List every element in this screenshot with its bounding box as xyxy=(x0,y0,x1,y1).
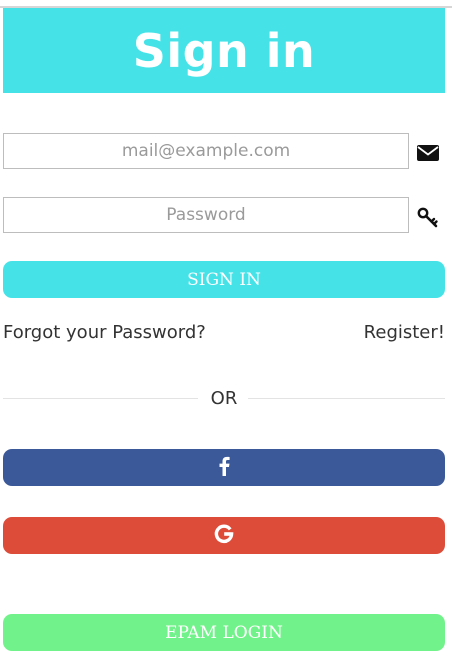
forgot-password-link[interactable]: Forgot your Password? xyxy=(3,322,206,343)
sign-in-button-label: SIGN IN xyxy=(187,269,261,290)
epam-login-label: EPAM LOGIN xyxy=(165,622,283,643)
divider-line-left xyxy=(3,398,198,399)
register-link[interactable]: Register! xyxy=(364,322,445,343)
password-field[interactable] xyxy=(3,197,409,233)
sign-in-header: Sign in xyxy=(3,8,445,93)
google-icon xyxy=(214,524,234,547)
or-divider-text: OR xyxy=(210,388,238,409)
page-title: Sign in xyxy=(132,23,316,78)
epam-login-button[interactable]: EPAM LOGIN xyxy=(3,614,445,651)
envelope-icon xyxy=(416,141,440,165)
sign-in-button[interactable]: SIGN IN xyxy=(3,261,445,298)
divider-line-right xyxy=(248,398,445,399)
key-icon xyxy=(416,205,440,229)
email-field[interactable] xyxy=(3,133,409,169)
facebook-login-button[interactable] xyxy=(3,449,445,486)
facebook-icon xyxy=(218,456,230,479)
google-login-button[interactable] xyxy=(3,517,445,554)
